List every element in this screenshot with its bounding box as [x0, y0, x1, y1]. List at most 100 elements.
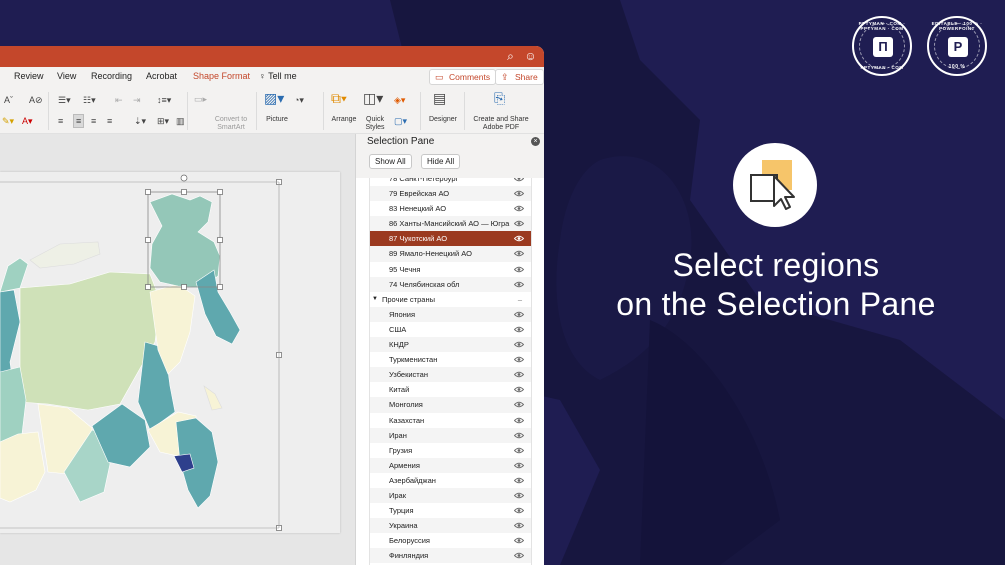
- selection-item-row[interactable]: Узбекистан: [370, 367, 531, 383]
- eye-icon[interactable]: [514, 326, 524, 333]
- eye-icon[interactable]: [514, 250, 524, 257]
- eye-icon[interactable]: [514, 205, 524, 212]
- eye-icon[interactable]: [514, 190, 524, 197]
- adobe-pdf-icon[interactable]: ⎘: [494, 91, 505, 105]
- designer-label[interactable]: Designer: [426, 116, 460, 124]
- eye-icon[interactable]: [514, 178, 524, 182]
- search-icon[interactable]: ⌕: [503, 49, 518, 64]
- eye-icon[interactable]: [514, 492, 524, 499]
- selection-item-row[interactable]: 95 Чечня: [370, 262, 531, 277]
- eye-icon[interactable]: [514, 386, 524, 393]
- quick-styles-label[interactable]: Quick Styles: [361, 116, 389, 132]
- hide-all-button[interactable]: Hide All: [421, 154, 461, 169]
- clear-format-icon[interactable]: A⊘: [29, 94, 43, 106]
- tab-acrobat[interactable]: Acrobat: [146, 71, 177, 81]
- designer-icon[interactable]: ▤: [433, 91, 446, 105]
- selection-item-row[interactable]: 83 Ненецкий АО: [370, 201, 531, 216]
- selection-item-row[interactable]: 89 Ямало-Ненецкий АО: [370, 246, 531, 262]
- eye-icon[interactable]: [514, 522, 524, 529]
- selection-item-row[interactable]: Монголия: [370, 397, 531, 413]
- map-region[interactable]: [173, 453, 195, 473]
- align-right-icon[interactable]: ≡: [91, 115, 96, 127]
- picture-label[interactable]: Picture: [262, 116, 292, 124]
- selection-item-row[interactable]: 87 Чукотский АО: [370, 231, 531, 247]
- convert-smartart-label[interactable]: Convert to SmartArt: [210, 116, 252, 132]
- selection-item-row[interactable]: 78 Санкт-Петербург: [370, 178, 531, 186]
- shape-outline-icon[interactable]: ▢▾: [394, 115, 407, 127]
- selection-item-row[interactable]: Казахстан: [370, 413, 531, 428]
- selection-item-row[interactable]: Туркменистан: [370, 352, 531, 367]
- bullets-icon[interactable]: ☰▾: [58, 94, 71, 106]
- eye-icon[interactable]: [514, 552, 524, 559]
- selection-item-row[interactable]: 79 Еврейская АО: [370, 186, 531, 202]
- eye-icon[interactable]: [514, 477, 524, 484]
- selection-item-row[interactable]: Грузия: [370, 443, 531, 458]
- map-region[interactable]: [0, 366, 27, 445]
- share-people-icon[interactable]: ☺: [523, 49, 538, 64]
- show-all-button[interactable]: Show All: [369, 154, 412, 169]
- selection-item-row[interactable]: Азербайджан: [370, 473, 531, 488]
- close-icon[interactable]: ×: [531, 137, 540, 146]
- map-region[interactable]: [0, 431, 46, 503]
- eye-icon[interactable]: [514, 235, 524, 242]
- share-button[interactable]: ⇪ Share: [495, 69, 544, 85]
- text-direction-icon[interactable]: ⇣▾: [134, 115, 146, 127]
- eye-icon[interactable]: [514, 447, 524, 454]
- eye-icon[interactable]: [514, 537, 524, 544]
- font-color-icon[interactable]: A▾: [22, 115, 33, 127]
- arrange-label[interactable]: Arrange: [328, 116, 360, 124]
- justify-icon[interactable]: ≡: [107, 115, 112, 127]
- increase-indent-icon[interactable]: ⇥: [133, 94, 141, 106]
- eye-icon[interactable]: [514, 220, 524, 227]
- font-size-icon[interactable]: Aˇ: [4, 94, 13, 106]
- tab-view[interactable]: View: [57, 71, 76, 81]
- map-region[interactable]: [195, 269, 241, 345]
- visibility-mixed-icon[interactable]: –: [518, 292, 522, 307]
- selection-item-row[interactable]: Китай: [370, 382, 531, 397]
- shape-fill-icon[interactable]: ◈▾: [394, 94, 405, 106]
- eye-icon[interactable]: [514, 432, 524, 439]
- eye-icon[interactable]: [514, 401, 524, 408]
- selection-item-row[interactable]: Турция: [370, 503, 531, 518]
- slide-canvas[interactable]: [0, 134, 355, 565]
- align-center-icon[interactable]: ≡: [73, 114, 85, 128]
- columns-icon[interactable]: ▥: [176, 115, 185, 127]
- selection-group-row[interactable]: ▼ Прочие страны –: [370, 291, 531, 307]
- selection-item-row[interactable]: КНДР: [370, 337, 531, 353]
- comments-button[interactable]: ▭ Comments: [429, 69, 497, 85]
- eye-icon[interactable]: [514, 417, 524, 424]
- selection-item-row[interactable]: Украина: [370, 518, 531, 534]
- selection-item-row[interactable]: 74 Челябинская обл: [370, 276, 531, 292]
- smartart-icon[interactable]: ▭▸: [194, 93, 207, 105]
- slide[interactable]: [0, 172, 340, 533]
- chevron-down-icon[interactable]: ▼: [372, 292, 378, 307]
- selection-item-row[interactable]: Финляндия: [370, 548, 531, 564]
- selection-item-row[interactable]: 86 Ханты-Мансийский АО — Югра: [370, 216, 531, 232]
- align-text-icon[interactable]: ⊞▾: [157, 115, 169, 127]
- decrease-indent-icon[interactable]: ⇤: [115, 94, 123, 106]
- eye-icon[interactable]: [514, 356, 524, 363]
- eye-icon[interactable]: [514, 462, 524, 469]
- line-spacing-icon[interactable]: ↕≡▾: [157, 94, 171, 106]
- align-left-icon[interactable]: ≡: [58, 115, 63, 127]
- picture-icon[interactable]: ▨▾: [264, 91, 284, 105]
- tab-tell-me[interactable]: ♀ Tell me: [259, 71, 297, 81]
- eye-icon[interactable]: [514, 266, 524, 273]
- tab-recording[interactable]: Recording: [91, 71, 132, 81]
- create-share-pdf-label[interactable]: Create and Share Adobe PDF: [470, 116, 532, 132]
- selection-item-row[interactable]: Япония: [370, 306, 531, 322]
- arrange-icon[interactable]: ⧉▾: [331, 91, 347, 105]
- highlight-icon[interactable]: ✎▾: [2, 115, 14, 127]
- map-region[interactable]: [0, 257, 29, 293]
- tab-review[interactable]: Review: [14, 71, 44, 81]
- tab-shape-format[interactable]: Shape Format: [193, 71, 250, 81]
- eye-icon[interactable]: [514, 341, 524, 348]
- eye-icon[interactable]: [514, 311, 524, 318]
- selection-item-row[interactable]: Армения: [370, 457, 531, 473]
- selection-item-row[interactable]: Белоруссия: [370, 533, 531, 548]
- eye-icon[interactable]: [514, 507, 524, 514]
- shapes-icon[interactable]: ◔▾: [294, 94, 304, 106]
- map-region[interactable]: [29, 241, 101, 269]
- selection-item-row[interactable]: США: [370, 322, 531, 337]
- map-region[interactable]: [19, 271, 161, 411]
